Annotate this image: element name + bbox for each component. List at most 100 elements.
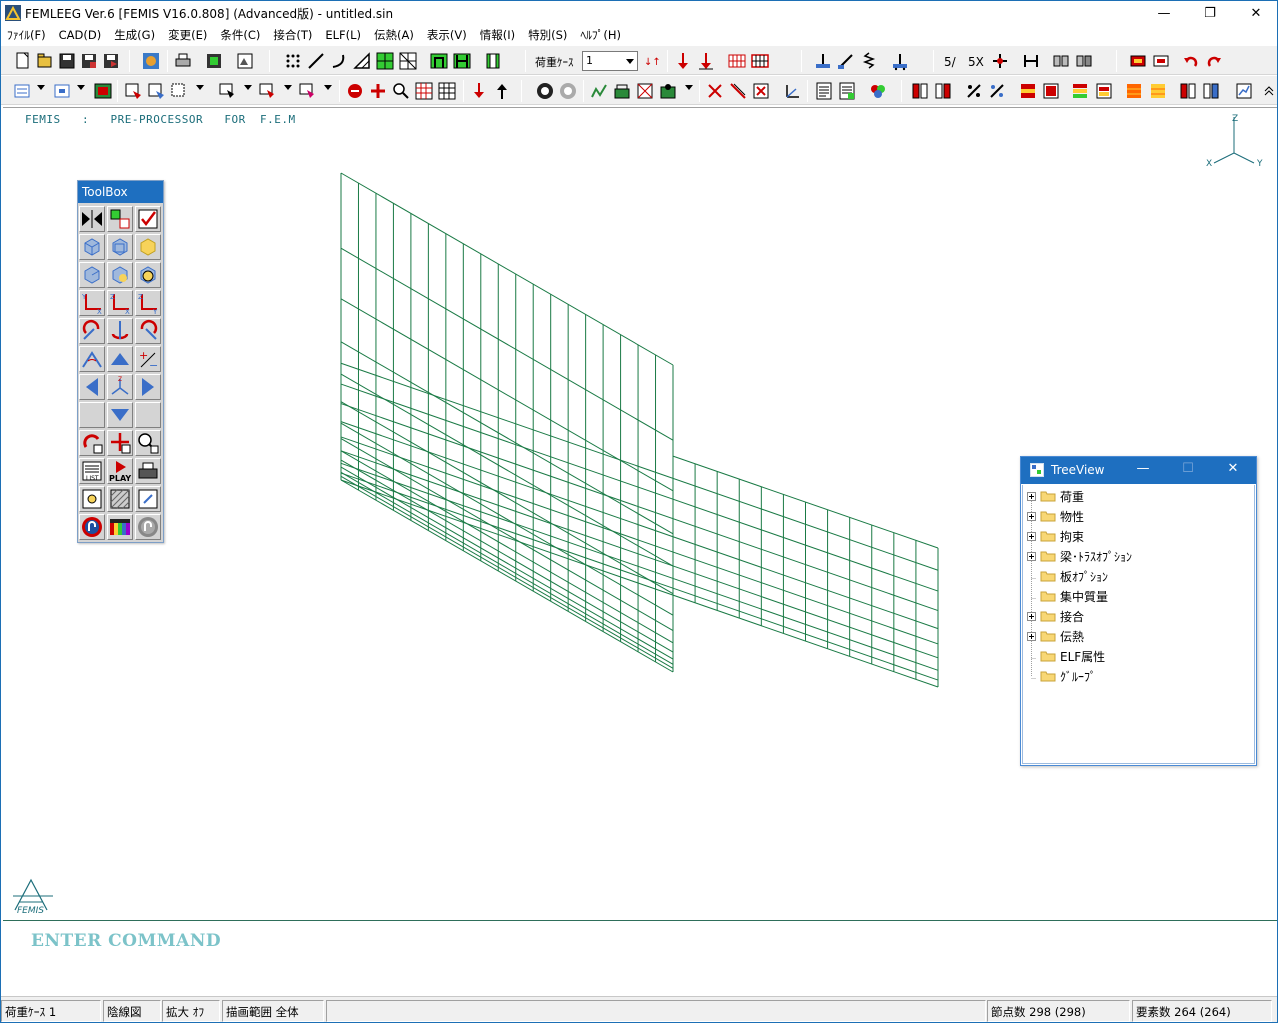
plus-minus-icon[interactable]: + −: [135, 346, 161, 372]
tree-item[interactable]: ELF属性: [1027, 647, 1105, 665]
printer-icon[interactable]: [135, 458, 161, 484]
undo-icon[interactable]: [1181, 51, 1201, 71]
render-mode-icon[interactable]: [53, 81, 73, 101]
save-icon[interactable]: [57, 51, 77, 71]
select-node-icon[interactable]: [123, 81, 143, 101]
triangle-element-icon[interactable]: [352, 51, 372, 71]
pan-left-icon[interactable]: [79, 374, 105, 400]
display-color-icon[interactable]: [93, 81, 113, 101]
hide-icon[interactable]: [345, 81, 365, 101]
pick-node-icon[interactable]: [257, 81, 277, 101]
view-side-icon[interactable]: [79, 262, 105, 288]
display-mode-icon[interactable]: [13, 81, 33, 101]
menu-condition[interactable]: 条件(C): [214, 27, 267, 43]
portal-frame-icon[interactable]: [452, 51, 472, 71]
copy-image-icon[interactable]: [235, 51, 255, 71]
support-roller-icon[interactable]: [890, 51, 910, 71]
surface-mesh-icon[interactable]: [398, 51, 418, 71]
quad-mesh-icon[interactable]: [375, 51, 395, 71]
joint-spring-icon[interactable]: [1074, 51, 1094, 71]
joint-link-icon[interactable]: [1051, 51, 1071, 71]
perspective-icon[interactable]: [79, 346, 105, 372]
check-element-icon[interactable]: [612, 81, 632, 101]
playback-icon[interactable]: [558, 81, 578, 101]
tree-item[interactable]: 物性: [1027, 507, 1084, 525]
view-front-icon[interactable]: [107, 234, 133, 260]
split-line-icon[interactable]: [964, 81, 984, 101]
treeview-titlebar[interactable]: TreeView — ☐ ✕: [1021, 457, 1256, 484]
pick-element-dropdown-icon[interactable]: [324, 85, 332, 90]
heat-contour-icon[interactable]: [1124, 81, 1144, 101]
select-area-dropdown-icon[interactable]: [196, 85, 204, 90]
tree-item[interactable]: 梁･ﾄﾗｽｵﾌﾟｼｮﾝ: [1027, 547, 1132, 565]
select-element-icon[interactable]: [146, 81, 166, 101]
mesh-display-icon[interactable]: [437, 81, 457, 101]
menu-info[interactable]: 情報(I): [474, 27, 522, 43]
menu-joint[interactable]: 接合(T): [267, 27, 319, 43]
move-free-icon[interactable]: [107, 430, 133, 456]
menu-cad[interactable]: CAD(D): [53, 28, 109, 42]
rotate-z-icon[interactable]: [107, 318, 133, 344]
stress-display-icon[interactable]: [1070, 81, 1090, 101]
tree-item[interactable]: 荷重: [1027, 487, 1084, 505]
menu-generate[interactable]: 生成(G): [108, 27, 162, 43]
moment-load-icon[interactable]: [696, 51, 716, 71]
expand-plus-icon[interactable]: [1027, 491, 1036, 501]
rotate-y-icon[interactable]: [135, 318, 161, 344]
menu-file[interactable]: ﾌｧｲﾙ(F): [1, 27, 53, 43]
play-icon[interactable]: PLAY: [107, 458, 133, 484]
command-area[interactable]: ENTER COMMAND: [3, 920, 1277, 995]
color-bar-icon[interactable]: [107, 514, 133, 540]
treeview-close-button[interactable]: ✕: [1218, 461, 1248, 481]
display-mode-dropdown-icon[interactable]: [37, 85, 45, 90]
curve-element-icon[interactable]: [329, 51, 349, 71]
render-mode-dropdown-icon[interactable]: [77, 85, 85, 90]
plane-zy-icon[interactable]: ZY: [135, 290, 161, 316]
loadcase-sort-icon[interactable]: ↓↑: [642, 51, 662, 71]
print-setup-icon[interactable]: [204, 51, 224, 71]
graph-icon[interactable]: [1234, 81, 1254, 101]
beam-offset-icon[interactable]: [990, 51, 1010, 71]
tree-item[interactable]: 接合: [1027, 607, 1084, 625]
menu-heat[interactable]: 伝熱(A): [368, 27, 421, 43]
zoom-icon[interactable]: [135, 430, 161, 456]
mirror-icon[interactable]: [79, 206, 105, 232]
split-element-icon[interactable]: [987, 81, 1007, 101]
axis-icon[interactable]: [783, 81, 803, 101]
deformation-scale-icon[interactable]: [1201, 81, 1221, 101]
import-icon[interactable]: [141, 51, 161, 71]
delete-icon[interactable]: [705, 81, 725, 101]
expand-plus-icon[interactable]: [1027, 611, 1036, 621]
delete-line-icon[interactable]: [728, 81, 748, 101]
column-icon[interactable]: [483, 51, 503, 71]
delete-area-icon[interactable]: [751, 81, 771, 101]
line-element-icon[interactable]: [306, 51, 326, 71]
tree-item[interactable]: ｸﾞﾙｰﾌﾟ: [1027, 667, 1096, 685]
expand-plus-icon[interactable]: [1027, 631, 1036, 641]
move-down-icon[interactable]: [469, 81, 489, 101]
femleeg-app-icon[interactable]: [5, 5, 21, 21]
list-view-icon[interactable]: LIST: [79, 458, 105, 484]
contour-icon[interactable]: [1018, 81, 1038, 101]
view-iso-icon[interactable]: [79, 234, 105, 260]
cursor-select-dropdown-icon[interactable]: [244, 85, 252, 90]
support-pin-icon[interactable]: [836, 51, 856, 71]
select-area-icon[interactable]: [169, 81, 189, 101]
show-icon[interactable]: [368, 81, 388, 101]
list-icon[interactable]: [814, 81, 834, 101]
zoom-area-icon[interactable]: [391, 81, 411, 101]
copy-move-icon[interactable]: [107, 206, 133, 232]
node-icon[interactable]: [283, 51, 303, 71]
beam-release-icon[interactable]: 5X: [967, 51, 987, 71]
cursor-select-icon[interactable]: [217, 81, 237, 101]
support-spring-icon[interactable]: [859, 51, 879, 71]
close-button[interactable]: ✕: [1233, 1, 1277, 25]
redo-icon[interactable]: [1204, 51, 1224, 71]
toolbar-overflow-icon[interactable]: [1259, 81, 1277, 101]
new-file-icon[interactable]: [13, 51, 33, 71]
menu-elf[interactable]: ELF(L): [319, 28, 368, 42]
distributed-load-icon[interactable]: [727, 51, 747, 71]
check-mesh-dropdown-icon[interactable]: [685, 85, 693, 90]
print-icon[interactable]: [173, 51, 193, 71]
section-view-icon[interactable]: [910, 81, 930, 101]
